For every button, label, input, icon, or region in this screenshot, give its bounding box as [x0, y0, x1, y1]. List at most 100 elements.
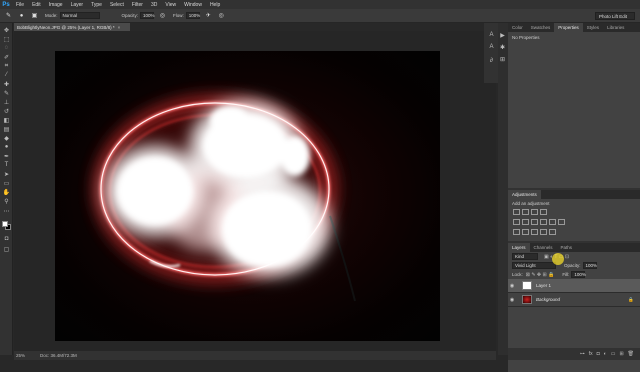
screen-mode-icon[interactable]: ▢: [2, 245, 11, 253]
history-brush-tool-icon[interactable]: ↺: [2, 107, 11, 115]
quick-mask-icon[interactable]: ◘: [2, 235, 11, 243]
zoom-level[interactable]: 25%: [16, 353, 40, 358]
foreground-color-swatch[interactable]: [2, 221, 8, 227]
eraser-tool-icon[interactable]: ◧: [2, 116, 11, 124]
add-mask-icon[interactable]: ◘: [597, 351, 600, 357]
blur-tool-icon[interactable]: ◆: [2, 134, 11, 142]
flow-field[interactable]: 100%: [185, 12, 200, 19]
tab-swatches[interactable]: Swatches: [527, 23, 555, 32]
menu-layer[interactable]: Layer: [67, 2, 88, 8]
layer-opacity-field[interactable]: 100%: [582, 262, 597, 269]
exposure-icon[interactable]: [540, 209, 547, 215]
selective-color-icon[interactable]: [549, 229, 556, 235]
crop-tool-icon[interactable]: ⌗: [2, 62, 11, 70]
posterize-icon[interactable]: [522, 229, 529, 235]
link-layers-icon[interactable]: ⊶: [580, 351, 585, 357]
layer-name[interactable]: Layer 1: [536, 283, 551, 288]
opacity-field[interactable]: 100%: [140, 12, 155, 19]
quick-select-tool-icon[interactable]: ✐: [2, 53, 11, 61]
new-adjustment-icon[interactable]: ◐: [604, 351, 607, 357]
curves-icon[interactable]: [531, 209, 538, 215]
mode-select[interactable]: Normal: [59, 12, 100, 19]
tab-properties[interactable]: Properties: [554, 23, 583, 32]
glyphs-panel-icon[interactable]: ∂: [487, 57, 496, 65]
menu-view[interactable]: View: [161, 2, 180, 8]
tab-channels[interactable]: Channels: [530, 243, 557, 252]
levels-icon[interactable]: [522, 209, 529, 215]
gradient-tool-icon[interactable]: ▤: [2, 125, 11, 133]
shape-tool-icon[interactable]: ▭: [2, 179, 11, 187]
blend-row: Vivid Light Opacity: 100%: [508, 261, 640, 270]
new-group-icon[interactable]: ▭: [611, 351, 616, 357]
vibrance-icon[interactable]: [513, 219, 520, 225]
brush-preset-icon[interactable]: ●: [17, 11, 26, 20]
type-tool-icon[interactable]: T: [2, 161, 11, 169]
layer-row[interactable]: ◉ Layer 1: [508, 279, 640, 293]
adjustments-title[interactable]: Adjustments: [508, 190, 541, 199]
eyedropper-tool-icon[interactable]: ⁄: [2, 71, 11, 79]
tab-color[interactable]: Color: [508, 23, 527, 32]
pen-tool-icon[interactable]: ✒: [2, 152, 11, 160]
more-tools-icon[interactable]: ⋯: [2, 207, 11, 215]
menu-image[interactable]: Image: [45, 2, 67, 8]
menu-edit[interactable]: Edit: [28, 2, 45, 8]
menu-window[interactable]: Window: [180, 2, 206, 8]
threshold-icon[interactable]: [531, 229, 538, 235]
brightness-icon[interactable]: [513, 209, 520, 215]
menu-file[interactable]: File: [12, 2, 28, 8]
blend-mode-select[interactable]: Vivid Light: [512, 262, 556, 269]
eye-icon[interactable]: ◉: [508, 283, 516, 289]
layer-filter-kind[interactable]: Kind: [512, 253, 538, 260]
marquee-tool-icon[interactable]: ⬚: [2, 35, 11, 43]
menu-help[interactable]: Help: [206, 2, 224, 8]
lock-icons[interactable]: ⊠ ✎ ✥ ⊞ 🔒: [526, 272, 555, 278]
menu-3d[interactable]: 3D: [147, 2, 161, 8]
menu-select[interactable]: Select: [106, 2, 128, 8]
layer-style-icon[interactable]: fx: [589, 351, 593, 357]
workspace-select[interactable]: Photo Lift Edit: [595, 12, 635, 20]
document-tab[interactable]: BobBlightlyNeon.JPG @ 25% (Layer 1, RGB/…: [14, 23, 130, 31]
tab-paths[interactable]: Paths: [557, 243, 577, 252]
play-action-icon[interactable]: ▶: [498, 31, 507, 39]
menu-type[interactable]: Type: [87, 2, 106, 8]
lock-label: Lock:: [512, 272, 523, 277]
zoom-tool-icon[interactable]: ⚲: [2, 197, 11, 205]
layer-row[interactable]: ◉ Background 🔒: [508, 293, 640, 307]
healing-tool-icon[interactable]: ✚: [2, 80, 11, 88]
gradient-map-icon[interactable]: [540, 229, 547, 235]
delete-layer-icon[interactable]: 🗑: [628, 351, 634, 357]
black-white-icon[interactable]: [540, 219, 547, 225]
layer-name[interactable]: Background: [536, 297, 560, 302]
document-title: BobBlightlyNeon.JPG @ 25% (Layer 1, RGB/…: [17, 24, 115, 30]
new-layer-icon[interactable]: ⊞: [619, 351, 623, 357]
hue-saturation-icon[interactable]: [522, 219, 529, 225]
tab-libraries[interactable]: Libraries: [603, 23, 628, 32]
airbrush-icon[interactable]: ✈: [204, 11, 213, 20]
lasso-tool-icon[interactable]: ◌: [2, 44, 11, 52]
brush-tool-icon[interactable]: ✎: [2, 89, 11, 97]
invert-icon[interactable]: [513, 229, 520, 235]
clone-stamp-tool-icon[interactable]: ⊥: [2, 98, 11, 106]
tab-layers[interactable]: Layers: [508, 243, 530, 252]
history-panel-icon[interactable]: A: [487, 31, 496, 39]
photo-filter-icon[interactable]: [549, 219, 556, 225]
menu-filter[interactable]: Filter: [128, 2, 147, 8]
brush-settings-icon[interactable]: ✱: [498, 43, 507, 51]
brush-panel-icon[interactable]: ▣: [30, 11, 39, 20]
fill-field[interactable]: 100%: [571, 271, 586, 278]
character-panel-icon[interactable]: A: [487, 43, 496, 51]
move-tool-icon[interactable]: ✥: [2, 26, 11, 34]
pressure-size-icon[interactable]: ◎: [217, 11, 226, 20]
clone-source-icon[interactable]: ⊞: [498, 55, 507, 63]
dodge-tool-icon[interactable]: ●: [2, 143, 11, 151]
document-canvas[interactable]: [55, 51, 440, 341]
close-tab-icon[interactable]: ×: [118, 25, 121, 30]
path-select-tool-icon[interactable]: ➤: [2, 170, 11, 178]
color-balance-icon[interactable]: [531, 219, 538, 225]
hand-tool-icon[interactable]: ✋: [2, 188, 11, 196]
eye-icon[interactable]: ◉: [508, 297, 516, 303]
channel-mixer-icon[interactable]: [558, 219, 565, 225]
tab-styles[interactable]: Styles: [583, 23, 603, 32]
pressure-opacity-icon[interactable]: ◎: [158, 11, 167, 20]
brush-tool-icon[interactable]: ✎: [4, 11, 13, 20]
